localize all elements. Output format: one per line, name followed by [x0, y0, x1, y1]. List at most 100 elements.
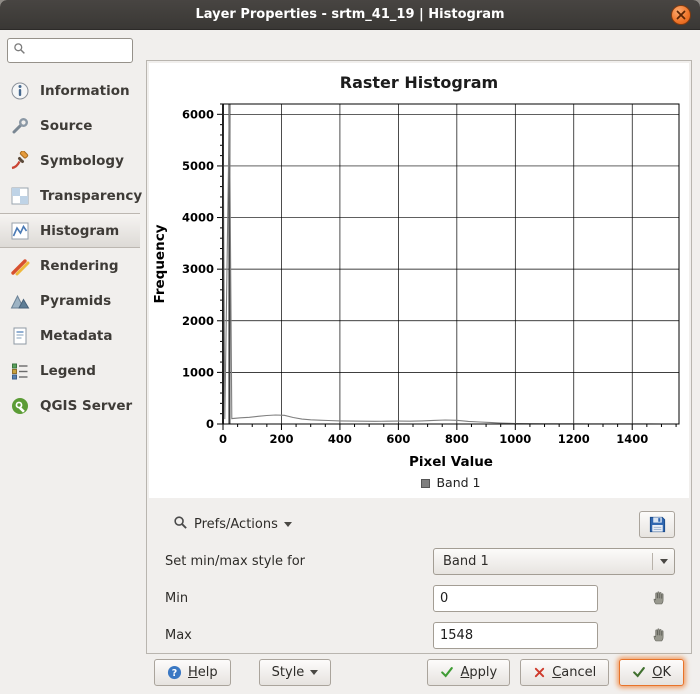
sidebar-item-label: Source: [40, 118, 92, 134]
source-icon: [9, 115, 31, 137]
set-minmax-row: Set min/max style for Band 1: [165, 547, 675, 575]
sidebar-item-qgis-server[interactable]: QGIS Server: [0, 388, 140, 423]
sidebar-item-label: Rendering: [40, 258, 119, 274]
svg-text:200: 200: [269, 432, 293, 446]
chevron-down-icon: [660, 559, 668, 564]
svg-text:6000: 6000: [182, 107, 214, 121]
help-button[interactable]: ? Help: [154, 659, 231, 686]
max-label: Max: [165, 628, 433, 643]
metadata-icon: [9, 325, 31, 347]
svg-text:Frequency: Frequency: [152, 224, 168, 303]
legend-icon: [9, 360, 31, 382]
sidebar-item-metadata[interactable]: Metadata: [0, 318, 140, 353]
rendering-icon: [9, 255, 31, 277]
ok-check-icon: [632, 665, 646, 679]
titlebar[interactable]: Layer Properties - srtm_41_19 | Histogra…: [0, 0, 700, 30]
svg-text:1000: 1000: [182, 365, 214, 379]
cancel-label: Cancel: [552, 665, 596, 680]
min-row: Min: [165, 584, 675, 612]
svg-text:Pixel Value: Pixel Value: [409, 454, 493, 470]
chart-widget: Raster Histogram 02004006008001000120014…: [149, 63, 689, 498]
dialog-footer: ? Help Style Apply Cancel: [146, 654, 692, 694]
sidebar-item-label: Symbology: [40, 153, 124, 169]
apply-button[interactable]: Apply: [427, 659, 510, 686]
chart-title: Raster Histogram: [149, 69, 689, 94]
svg-text:2000: 2000: [182, 314, 214, 328]
sidebar-item-label: Information: [40, 83, 130, 99]
style-label: Style: [272, 665, 305, 680]
prefs-actions-label: Prefs/Actions: [194, 517, 278, 532]
close-button[interactable]: [671, 5, 691, 25]
cancel-button[interactable]: Cancel: [520, 659, 609, 686]
search-icon: [13, 42, 26, 59]
min-input[interactable]: [433, 585, 598, 612]
ok-label: OK: [652, 665, 671, 680]
pyramids-icon: [9, 290, 31, 312]
sidebar-item-rendering[interactable]: Rendering: [0, 248, 140, 283]
combo-arrow-wrap: [652, 553, 668, 570]
sidebar-item-label: Transparency: [40, 188, 142, 204]
info-icon: [9, 80, 31, 102]
prefs-row: Prefs/Actions: [165, 510, 675, 538]
svg-text:600: 600: [386, 432, 410, 446]
sidebar-item-symbology[interactable]: Symbology: [0, 143, 140, 178]
max-row: Max: [165, 621, 675, 649]
help-label: Help: [188, 665, 218, 680]
sidebar-item-label: Metadata: [40, 328, 113, 344]
prefs-magnifier-icon: [173, 515, 188, 534]
max-field-wrap: [433, 622, 675, 649]
raster-histogram-chart[interactable]: 0200400600800100012001400010002000300040…: [149, 94, 689, 474]
ok-button[interactable]: OK: [619, 659, 684, 686]
sidebar-item-transparency[interactable]: Transparency: [0, 178, 140, 213]
prefs-dropdown-arrow-icon: [284, 522, 292, 527]
close-icon: [676, 10, 686, 20]
sidebar-item-information[interactable]: Information: [0, 73, 140, 108]
svg-text:4000: 4000: [182, 211, 214, 225]
svg-text:0: 0: [219, 432, 227, 446]
svg-text:?: ?: [172, 667, 177, 678]
svg-text:1200: 1200: [558, 432, 590, 446]
sidebar-search[interactable]: [7, 38, 133, 63]
svg-text:3000: 3000: [182, 262, 214, 276]
set-max-hand-icon[interactable]: [651, 627, 667, 643]
qgis-server-icon: [9, 395, 31, 417]
main-area: Raster Histogram 02004006008001000120014…: [140, 30, 700, 694]
histogram-panel: Raster Histogram 02004006008001000120014…: [146, 60, 692, 654]
svg-text:1400: 1400: [616, 432, 648, 446]
style-button[interactable]: Style: [259, 659, 332, 686]
band-select[interactable]: Band 1: [433, 548, 675, 575]
sidebar-item-label: Pyramids: [40, 293, 111, 309]
min-label: Min: [165, 591, 433, 606]
sidebar-item-label: Legend: [40, 363, 96, 379]
transparency-icon: [9, 185, 31, 207]
svg-text:400: 400: [328, 432, 352, 446]
sidebar-item-list: Information Source Symbology Transparency Hi…: [0, 73, 140, 423]
layer-properties-window: Layer Properties - srtm_41_19 | Histogra…: [0, 0, 700, 694]
sidebar-item-label: Histogram: [40, 223, 119, 239]
legend-label: Band 1: [436, 475, 480, 490]
chart-legend: Band 1: [149, 474, 689, 498]
symbology-icon: [9, 150, 31, 172]
sidebar: Information Source Symbology Transparency Hi…: [0, 30, 140, 694]
max-input[interactable]: [433, 622, 598, 649]
search-input[interactable]: [30, 44, 127, 58]
sidebar-item-histogram[interactable]: Histogram: [0, 213, 140, 248]
sidebar-item-legend[interactable]: Legend: [0, 353, 140, 388]
style-dropdown-arrow-icon: [310, 670, 318, 675]
svg-text:1000: 1000: [499, 432, 531, 446]
save-histogram-button[interactable]: [639, 511, 675, 538]
band-select-value: Band 1: [443, 554, 652, 569]
apply-label: Apply: [460, 665, 497, 680]
svg-text:0: 0: [206, 417, 214, 431]
histogram-controls: Prefs/Actions: [149, 498, 689, 649]
window-title: Layer Properties - srtm_41_19 | Histogra…: [195, 7, 504, 22]
save-icon: [648, 515, 667, 534]
sidebar-item-pyramids[interactable]: Pyramids: [0, 283, 140, 318]
min-field-wrap: [433, 585, 675, 612]
set-min-hand-icon[interactable]: [651, 590, 667, 606]
prefs-actions-button[interactable]: Prefs/Actions: [165, 511, 300, 538]
sidebar-item-source[interactable]: Source: [0, 108, 140, 143]
apply-check-icon: [440, 665, 454, 679]
histogram-icon: [9, 220, 31, 242]
cancel-x-icon: [533, 666, 546, 679]
